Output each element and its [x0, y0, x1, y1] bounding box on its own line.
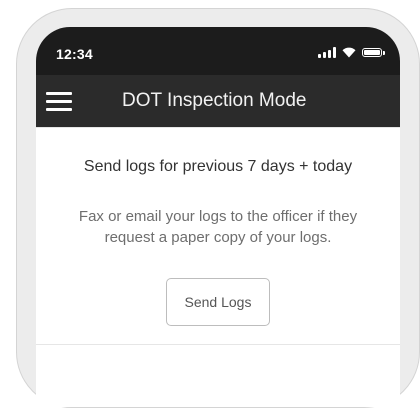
card-heading: Send logs for previous 7 days + today	[83, 158, 353, 175]
status-icons	[318, 47, 385, 58]
status-bar: 12:34	[36, 27, 400, 75]
hamburger-menu-icon[interactable]	[46, 86, 80, 116]
page-title: DOT Inspection Mode	[122, 90, 307, 111]
send-logs-card: Send logs for previous 7 days + today Fa…	[36, 127, 400, 345]
status-time: 12:34	[56, 46, 93, 62]
send-logs-button[interactable]: Send Logs	[166, 278, 270, 326]
battery-icon	[362, 48, 385, 57]
cellular-signal-icon	[318, 47, 336, 58]
card-description: Fax or email your logs to the officer if…	[78, 208, 358, 246]
wifi-icon	[342, 47, 356, 58]
phone-screen: 12:34 DOT Inspection Mode Send logs for …	[36, 27, 400, 407]
app-bar: DOT Inspection Mode	[36, 75, 400, 127]
